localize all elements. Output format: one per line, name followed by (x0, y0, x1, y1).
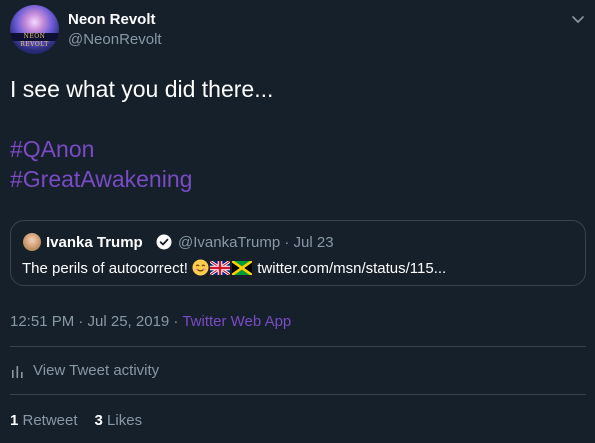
quoted-tweet-text: The perils of autocorrect! twitter.com/m… (22, 259, 446, 277)
quoted-handle-date: @IvankaTrump · Jul 23 (178, 234, 334, 251)
author-handle[interactable]: @NeonRevolt (68, 31, 162, 48)
smiling-face-icon (192, 259, 209, 276)
quoted-author-avatar (23, 233, 41, 251)
tweet-text: I see what you did there... #QAnon #Grea… (10, 74, 585, 194)
view-tweet-activity-label: View Tweet activity (33, 362, 160, 379)
like-label: Likes (102, 412, 143, 429)
author-display-name[interactable]: Neon Revolt (68, 11, 156, 28)
verified-badge-icon (156, 234, 172, 250)
tweet-meta: 12:51 PM · Jul 25, 2019 · Twitter Web Ap… (10, 313, 291, 330)
hashtag-link[interactable]: #GreatAwakening (10, 164, 585, 194)
quoted-tweet[interactable]: Ivanka Trump @IvankaTrump · Jul 23 The p… (10, 220, 586, 286)
author-avatar[interactable]: NEON REVOLT (10, 5, 59, 54)
retweet-count-link[interactable]: 1 Retweet (10, 412, 78, 429)
divider (10, 346, 586, 347)
tweet-timestamp[interactable]: 12:51 PM · Jul 25, 2019 · (10, 313, 182, 330)
quoted-link-text[interactable]: twitter.com/msn/status/115... (253, 260, 446, 277)
uk-flag-icon (210, 261, 231, 275)
divider (10, 394, 586, 395)
retweet-label: Retweet (18, 412, 78, 429)
hashtag-link[interactable]: #QAnon (10, 134, 585, 164)
tweet-stats: 1 Retweet 3 Likes (10, 412, 142, 429)
activity-bars-icon (12, 366, 23, 378)
tweet-text-line: I see what you did there... (10, 76, 274, 102)
chevron-down-icon[interactable] (570, 11, 586, 27)
jamaica-flag-icon (232, 261, 253, 275)
like-count: 3 (94, 412, 103, 429)
like-count-link[interactable]: 3 Likes (95, 412, 143, 429)
tweet-source-link[interactable]: Twitter Web App (182, 313, 291, 330)
quoted-text-prefix: The perils of autocorrect! (22, 260, 188, 277)
avatar-banner-text: NEON REVOLT (10, 33, 59, 48)
quoted-author-name: Ivanka Trump (46, 234, 143, 251)
